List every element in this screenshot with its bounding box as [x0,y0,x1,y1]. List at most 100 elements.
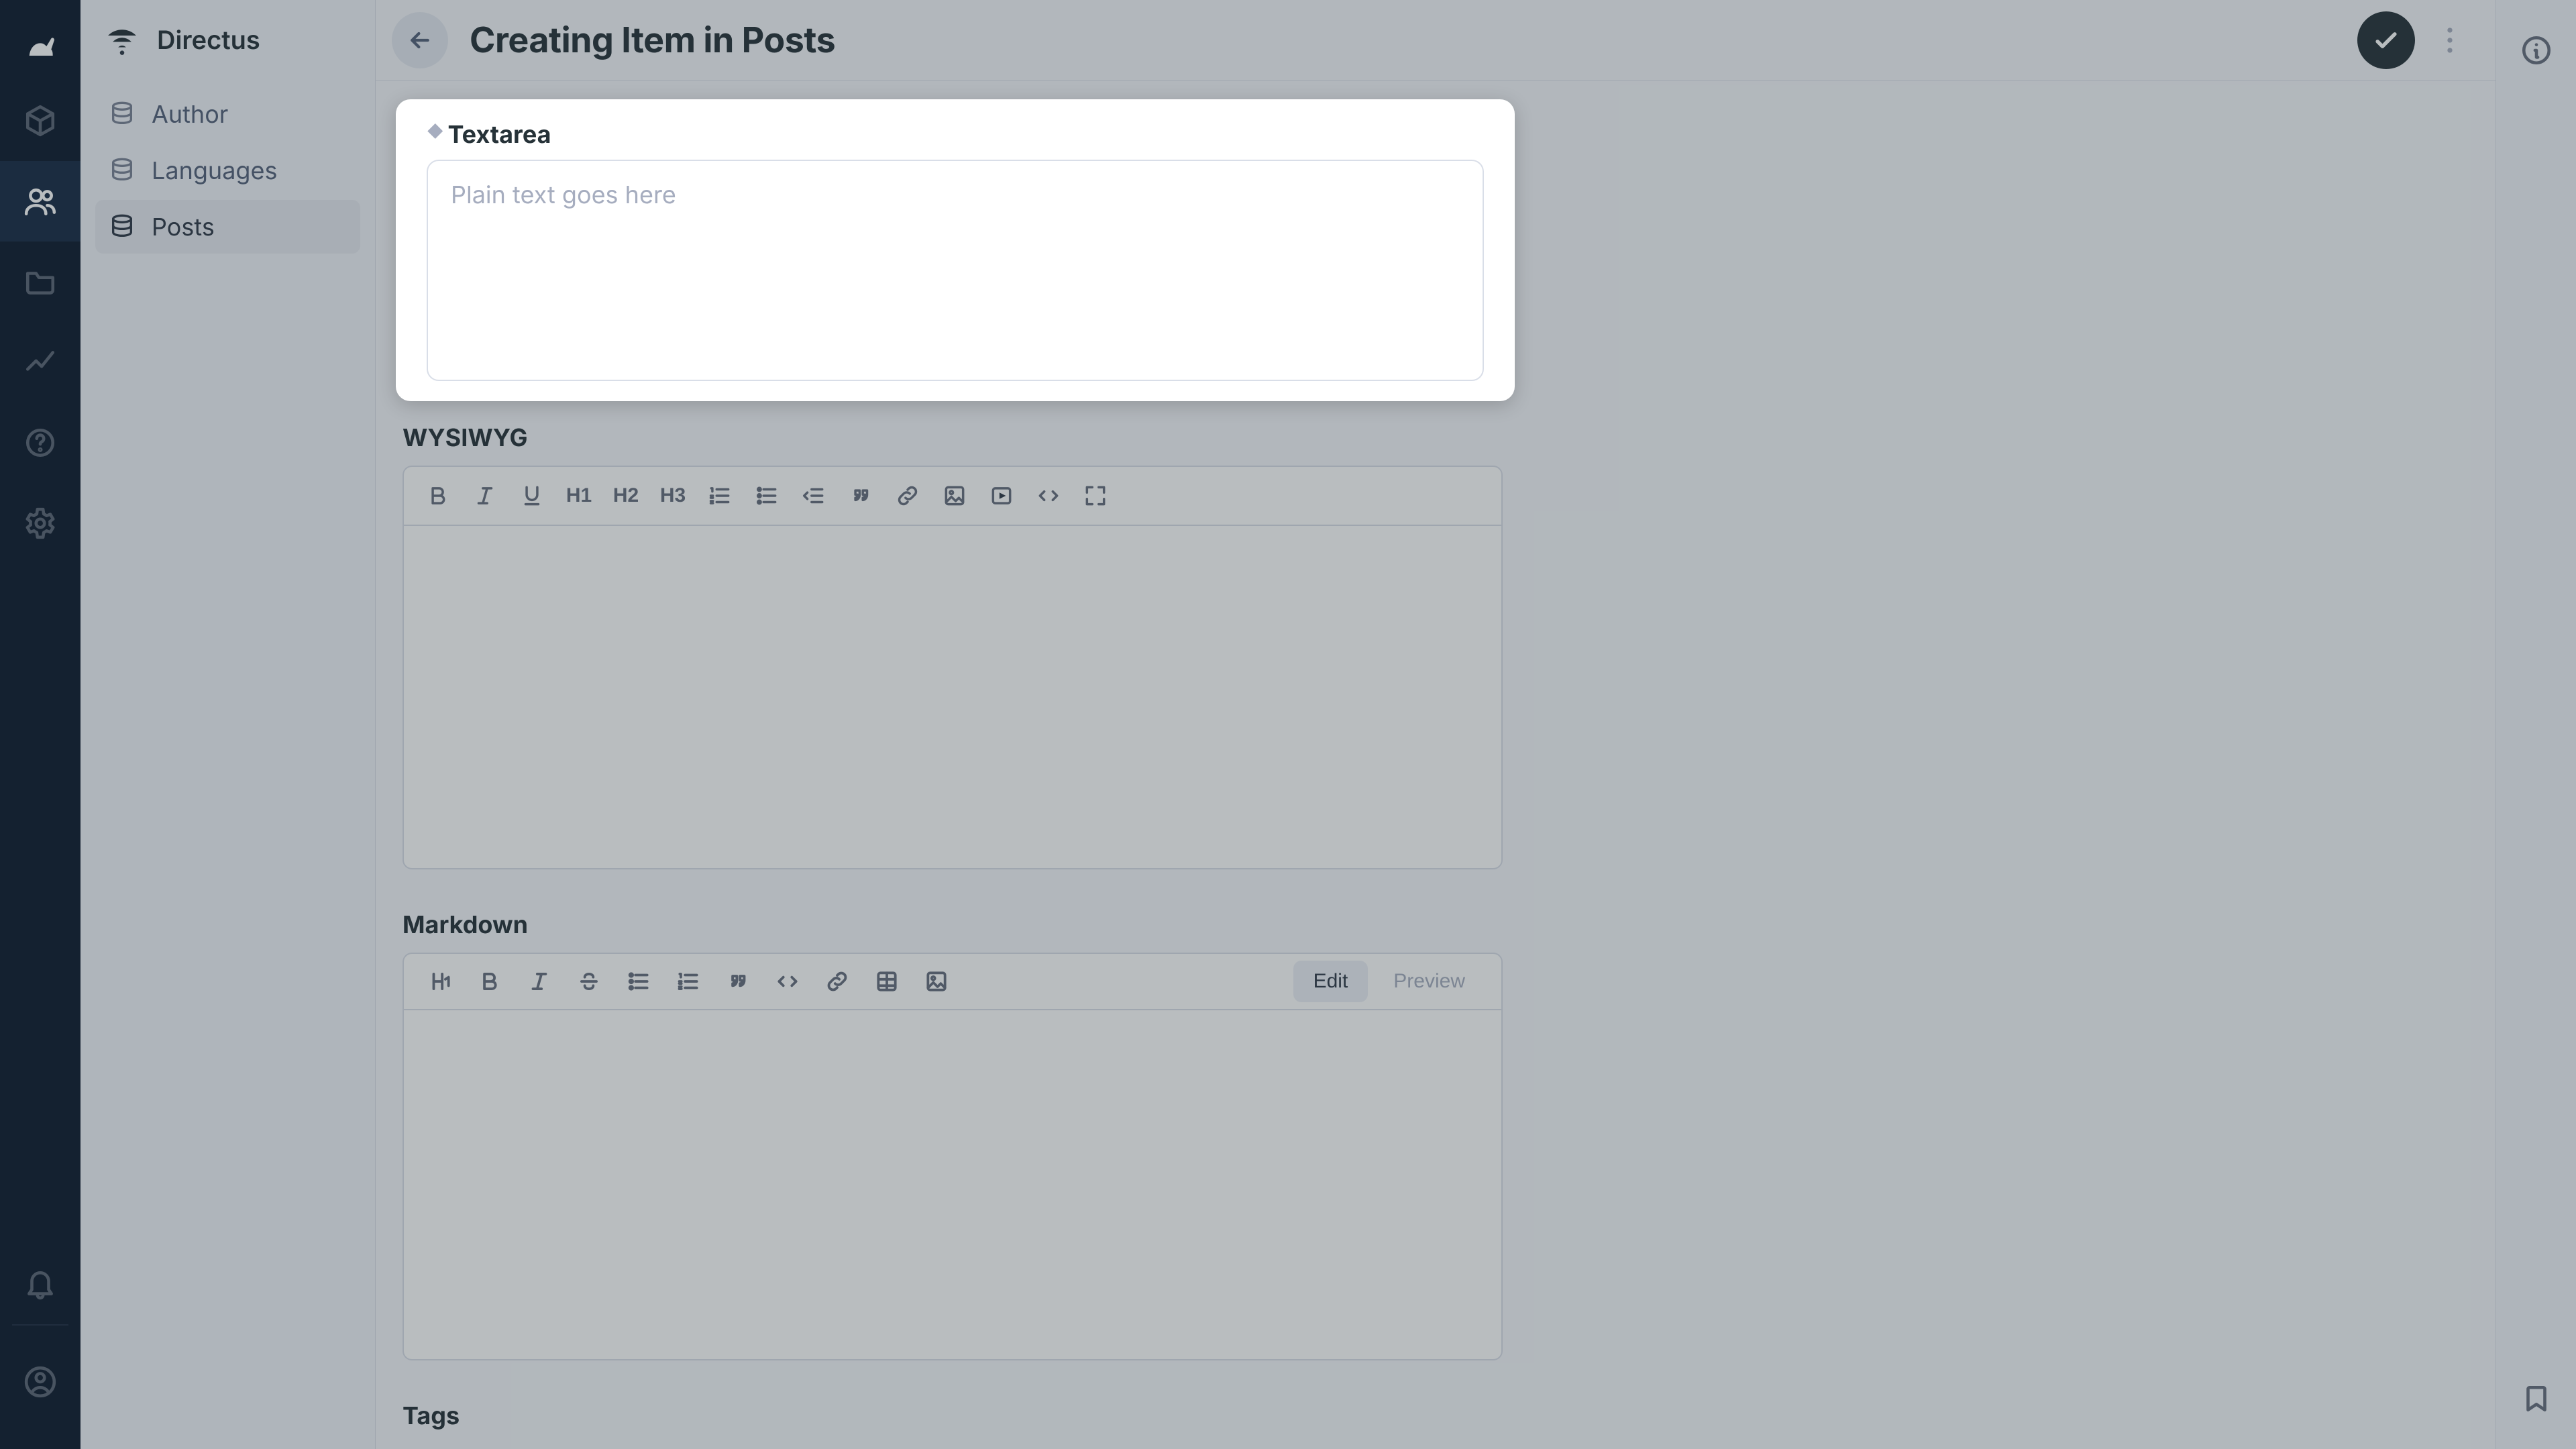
page-title: Creating Item in Posts [470,19,835,61]
insights-icon [23,345,57,379]
wysiwyg-video[interactable] [979,474,1024,518]
brand-logo[interactable] [0,12,80,80]
markdown-strike[interactable] [565,960,613,1003]
unordered-list-icon [626,969,651,994]
markdown-code[interactable] [763,960,812,1003]
wysiwyg-link[interactable] [885,474,930,518]
outdent-icon [801,483,826,508]
box-icon [23,104,57,138]
wysiwyg-toolbar: H1 H2 H3 [404,467,1501,526]
link-icon [895,483,920,508]
wysiwyg-code[interactable] [1026,474,1071,518]
field-label-textarea-focused: ◆ Textarea [427,119,1484,149]
wysiwyg-image[interactable] [932,474,977,518]
rail-settings[interactable] [0,483,80,564]
heading-icon [427,969,453,994]
strike-icon [576,969,602,994]
markdown-italic[interactable] [515,960,564,1003]
field-label-tags: Tags [402,1401,1503,1430]
markdown-table[interactable] [863,960,911,1003]
collection-author[interactable]: Author [95,87,360,141]
gear-icon [23,506,57,540]
fullscreen-icon [1083,483,1108,508]
wysiwyg-outdent[interactable] [792,474,836,518]
markdown-preview-button[interactable]: Preview [1373,961,1485,1002]
field-label-wysiwyg: WYSIWYG [402,423,1503,452]
info-icon [2520,34,2553,67]
focus-highlight: ◆ Textarea Plain text goes here [396,99,1515,401]
rail-notifications[interactable] [0,1244,80,1324]
collection-posts[interactable]: Posts [95,200,360,254]
database-icon [109,101,136,127]
markdown-body[interactable] [404,1010,1501,1359]
more-button[interactable] [2436,11,2463,69]
quote-icon [725,969,751,994]
database-icon [109,213,136,240]
quote-icon [848,483,873,508]
markdown-heading[interactable] [416,960,464,1003]
wysiwyg-body[interactable] [404,526,1501,868]
wysiwyg-underline[interactable] [510,474,554,518]
italic-icon [472,483,498,508]
collection-sidebar: Directus Author Languages Posts [80,0,376,1449]
collection-languages[interactable]: Languages [95,144,360,197]
markdown-ul[interactable] [614,960,663,1003]
collection-label: Author [152,99,228,129]
code-icon [1036,483,1061,508]
textarea-input-focused[interactable]: Plain text goes here [427,160,1484,381]
back-button[interactable] [392,12,448,68]
markdown-view-toggle: Edit Preview [1293,961,1489,1002]
wysiwyg-ol[interactable] [698,474,742,518]
field-tags: Tags [402,1401,1503,1444]
help-icon [23,426,57,460]
folder-icon [23,265,57,299]
collection-label: Posts [152,212,215,241]
wysiwyg-quote[interactable] [839,474,883,518]
save-button[interactable] [2357,11,2415,69]
brand-row[interactable]: Directus [80,0,375,80]
underline-icon [519,483,545,508]
wysiwyg-ul[interactable] [745,474,789,518]
code-icon [775,969,800,994]
field-label-markdown: Markdown [402,910,1503,939]
wysiwyg-h2[interactable]: H2 [604,474,648,518]
markdown-quote[interactable] [714,960,762,1003]
field-markdown: Markdown [402,910,1503,1360]
ordered-list-icon [676,969,701,994]
database-icon [109,157,136,184]
wysiwyg-italic[interactable] [463,474,507,518]
arrow-left-icon [407,27,433,54]
main-header: Creating Item in Posts [376,0,2496,80]
ordered-list-icon [707,483,733,508]
bold-icon [477,969,502,994]
markdown-image[interactable] [912,960,961,1003]
markdown-ol[interactable] [664,960,712,1003]
rail-bottom [0,1244,80,1449]
markdown-bold[interactable] [466,960,514,1003]
markdown-link[interactable] [813,960,861,1003]
rail-users[interactable] [0,161,80,241]
wysiwyg-fullscreen[interactable] [1073,474,1118,518]
image-icon [924,969,949,994]
rabbit-icon [21,28,59,65]
rail-files[interactable] [0,241,80,322]
link-icon [824,969,850,994]
field-label-text: Tags [402,1401,460,1430]
rail-profile[interactable] [0,1342,80,1422]
nav-rail [0,0,80,1449]
field-wysiwyg: WYSIWYG H1 H2 [402,423,1503,869]
field-label-text: Markdown [402,910,528,939]
markdown-edit-button[interactable]: Edit [1293,961,1368,1002]
wysiwyg-h1[interactable]: H1 [557,474,601,518]
info-button[interactable] [2496,13,2576,87]
wysiwyg-bold[interactable] [416,474,460,518]
rail-docs[interactable] [0,402,80,483]
bookmark-button[interactable] [2496,1375,2576,1449]
rail-divider [12,1324,68,1326]
rail-insights[interactable] [0,322,80,402]
wysiwyg-h3[interactable]: H3 [651,474,695,518]
more-vertical-icon [2447,26,2453,54]
rail-content[interactable] [0,80,80,161]
bell-icon [23,1267,57,1301]
bookmark-icon [2520,1382,2553,1415]
